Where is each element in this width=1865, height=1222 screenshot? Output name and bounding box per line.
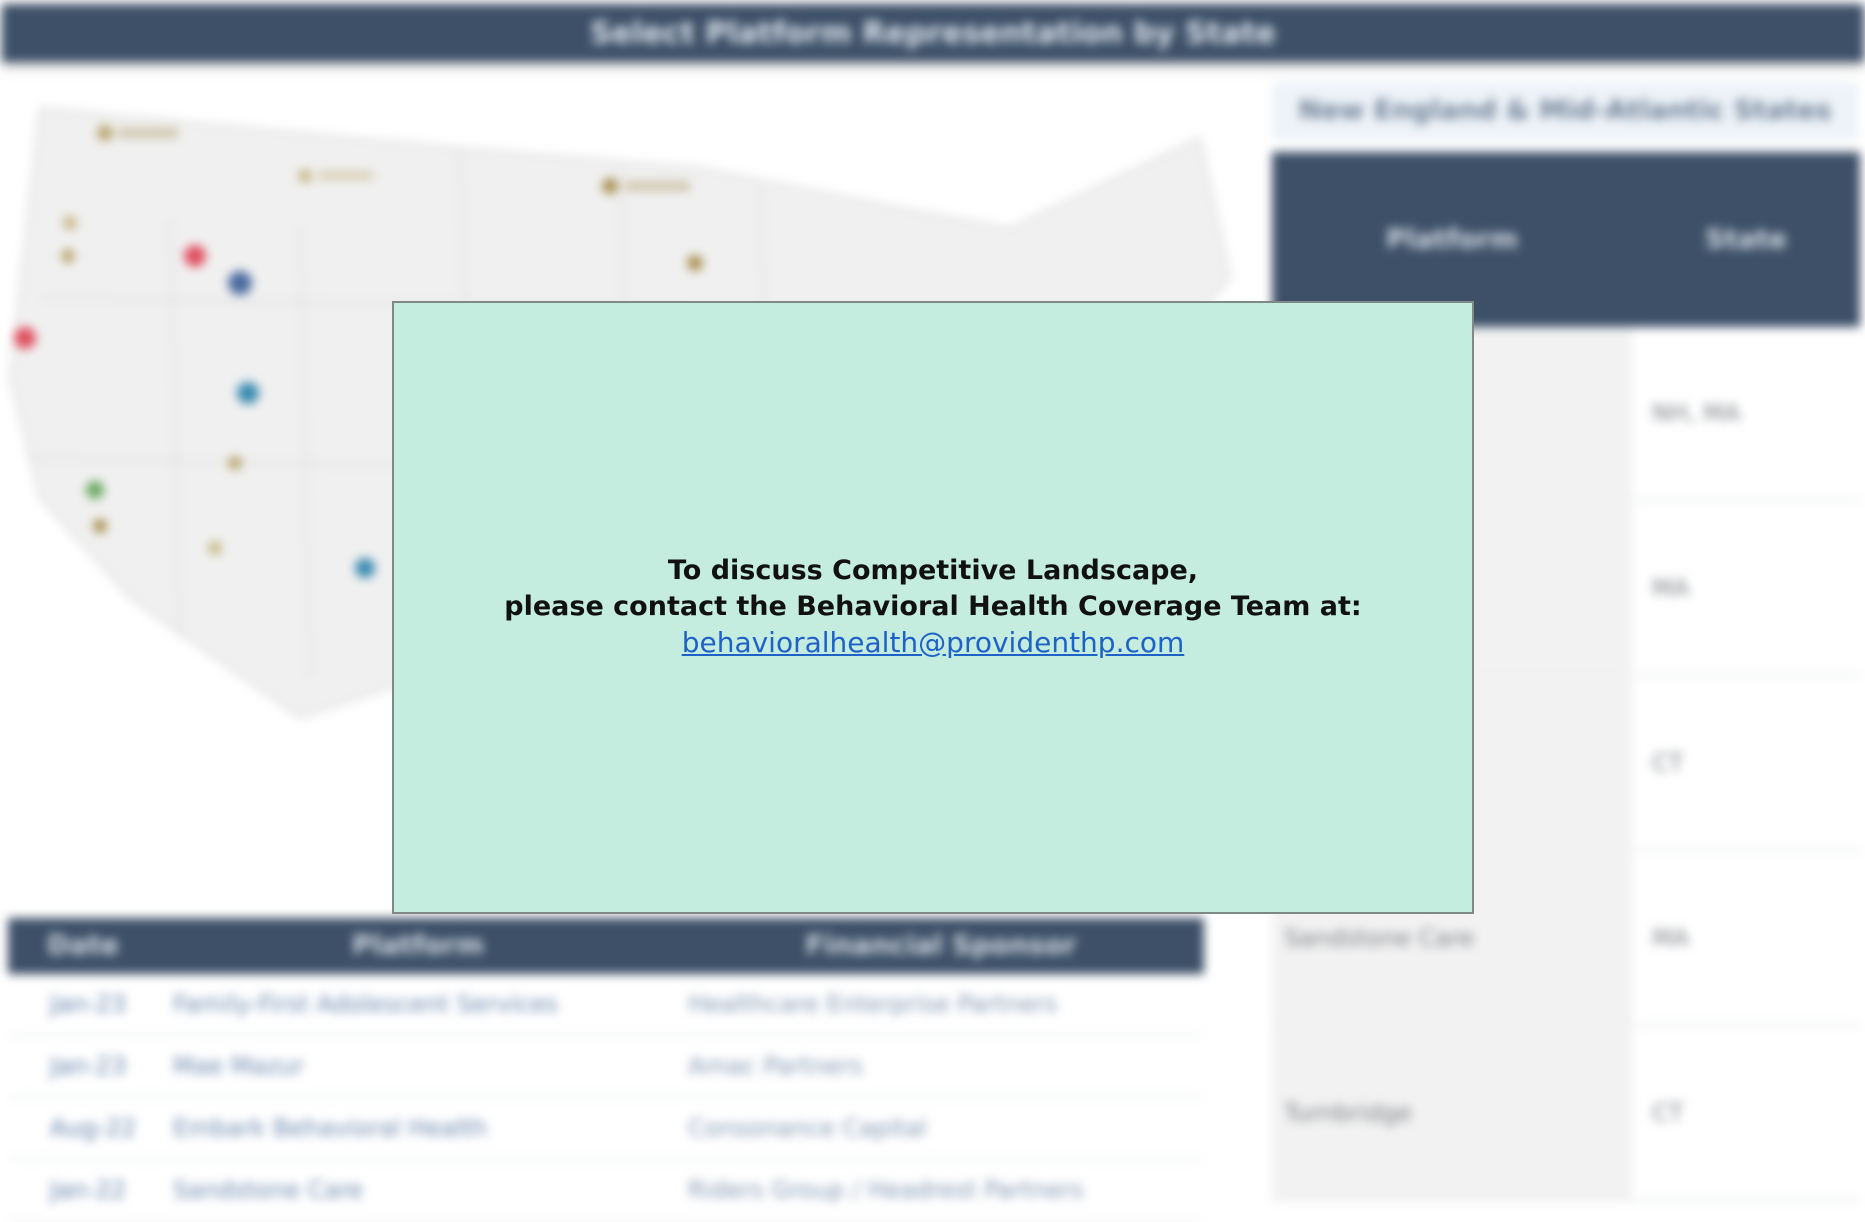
table-header: Date Platform Financial Sponsor [8, 918, 1204, 974]
email-link[interactable]: behavioralhealth@providenthp.com [682, 626, 1185, 659]
overlay-message: To discuss Competitive Landscape, please… [394, 553, 1472, 662]
row-date: Jan-23 [50, 990, 127, 1018]
table-row: Aug-22 Embark Behavioral Health Consonan… [8, 1098, 1204, 1160]
side-row-platform: Turnbridge [1272, 1027, 1632, 1199]
side-row-state: CT [1652, 749, 1684, 777]
contact-overlay: To discuss Competitive Landscape, please… [392, 301, 1474, 914]
row-sponsor: Healthcare Enterprise Partners [688, 990, 1058, 1018]
row-sponsor: Riders Group / Headrest Partners [688, 1176, 1084, 1204]
row-platform: Mae Mazur [173, 1052, 304, 1080]
row-date: Jan-22 [50, 1176, 127, 1204]
table-row: Jan-23 Mae Mazur Amac Partners [8, 1036, 1204, 1098]
side-row-state: MA [1652, 924, 1690, 952]
row-date: Jan-23 [50, 1052, 127, 1080]
col-sponsor: Financial Sponsor [805, 930, 1077, 961]
row-platform: Family-First Adolescent Services [173, 990, 558, 1018]
table-row: Jan-22 Sandstone Care Riders Group / Hea… [8, 1160, 1204, 1222]
col-date: Date [47, 930, 119, 961]
side-row: Turnbridge CT [1272, 1027, 1860, 1201]
row-date: Aug-22 [50, 1114, 137, 1142]
side-row-state: CT [1652, 1099, 1684, 1127]
page-header: Select Platform Representation by State [2, 4, 1864, 62]
row-platform: Sandstone Care [173, 1176, 364, 1204]
row-sponsor: Amac Partners [688, 1052, 864, 1080]
overlay-line-1: To discuss Competitive Landscape, [667, 555, 1199, 586]
side-col-state: State [1705, 224, 1787, 255]
transactions-table: Date Platform Financial Sponsor Jan-23 F… [8, 918, 1204, 1222]
side-panel-title: New England & Mid-Atlantic States [1272, 82, 1858, 140]
row-platform: Embark Behavioral Health [173, 1114, 488, 1142]
side-row-state: NH, MA [1652, 399, 1741, 427]
table-row: Jan-23 Family-First Adolescent Services … [8, 974, 1204, 1036]
side-row-state: MA [1652, 574, 1690, 602]
row-sponsor: Consonance Capital [688, 1114, 927, 1142]
col-platform: Platform [352, 930, 484, 961]
overlay-line-2: please contact the Behavioral Health Cov… [504, 591, 1362, 622]
